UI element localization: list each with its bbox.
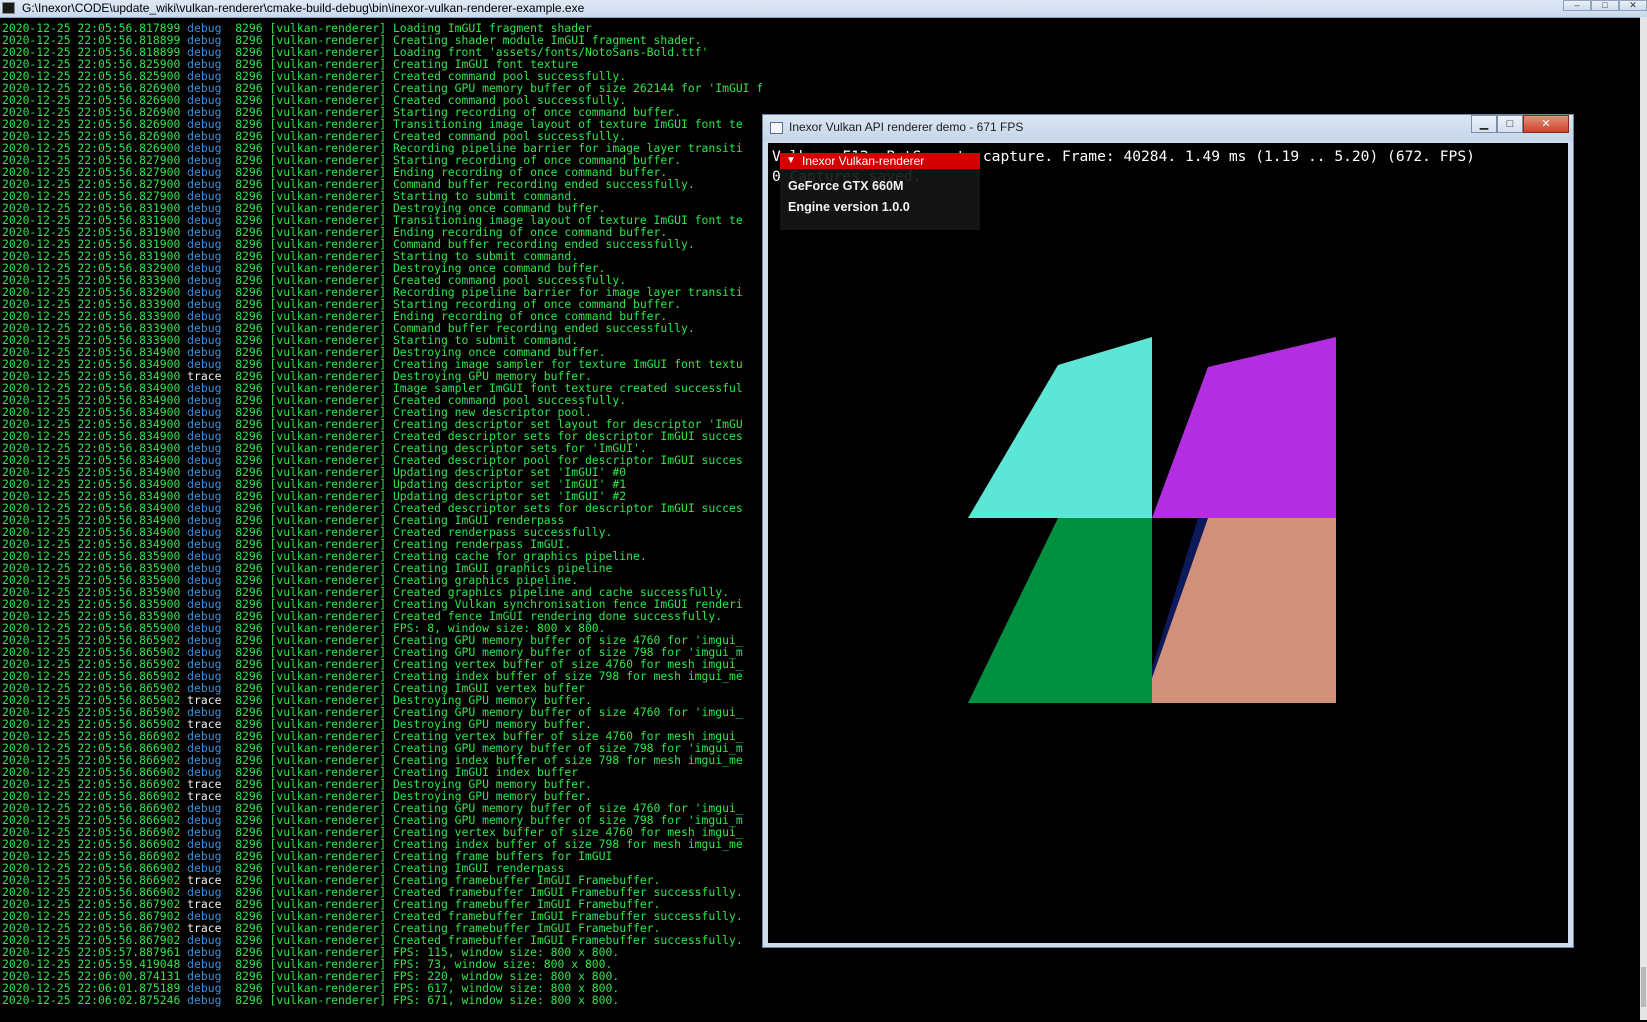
cyan-quad [968,337,1152,518]
vulkan-window-titlebar[interactable]: Inexor Vulkan API renderer demo - 671 FP… [763,115,1573,141]
console-titlebar: G:\Inexor\CODE\update_wiki\vulkan-render… [0,0,1647,18]
console-scrollbar-thumb[interactable] [1641,967,1646,1007]
console-title: G:\Inexor\CODE\update_wiki\vulkan-render… [22,1,585,15]
imgui-panel-header[interactable]: ▼ Inexor Vulkan-renderer [780,153,980,169]
console-minimize-button[interactable]: – [1563,0,1591,11]
log-logger: [vulkan-renderer] [269,993,387,1007]
vulkan-window-title: Inexor Vulkan API renderer demo - 671 FP… [789,120,1024,134]
purple-quad [1152,337,1336,518]
console-app-icon [2,2,15,14]
log-timestamp: 2020-12-25 22:06:02.875246 [2,993,181,1007]
imgui-info-panel[interactable]: ▼ Inexor Vulkan-renderer GeForce GTX 660… [780,153,980,230]
rendered-scene [968,337,1336,703]
console-maximize-button[interactable]: □ [1591,0,1619,11]
vulkan-renderer-window: Inexor Vulkan API renderer demo - 671 FP… [762,114,1574,948]
vulkan-minimize-button[interactable]: ▁ [1471,115,1497,133]
console-log-output: 2020-12-25 22:05:56.817899 debug 8296 [v… [2,22,762,1022]
vulkan-window-app-icon [770,122,783,134]
render-viewport[interactable]: Vulkan. F12, PrtScrn to capture. Frame: … [768,143,1568,943]
console-window-controls: – □ ✕ [1563,0,1647,12]
engine-version: Engine version 1.0.0 [788,200,910,214]
collapse-triangle-icon[interactable]: ▼ [786,153,796,169]
vulkan-close-button[interactable]: ✕ [1523,115,1569,133]
log-line: 2020-12-25 22:06:02.875246 debug 8296 [v… [2,994,762,1006]
imgui-panel-title: Inexor Vulkan-renderer [802,154,925,168]
gpu-name: GeForce GTX 660M [788,179,904,193]
log-thread-id: 8296 [235,993,263,1007]
log-level: debug [187,993,222,1007]
salmon-quad [1152,518,1336,703]
log-message: FPS: 671, window size: 800 x 800. [392,993,620,1007]
vulkan-maximize-button[interactable]: □ [1497,115,1523,133]
console-close-button[interactable]: ✕ [1619,0,1647,11]
vulkan-window-controls: ▁ □ ✕ [1471,115,1569,133]
green-quad [968,518,1152,703]
console-scrollbar[interactable] [1640,17,1647,1020]
